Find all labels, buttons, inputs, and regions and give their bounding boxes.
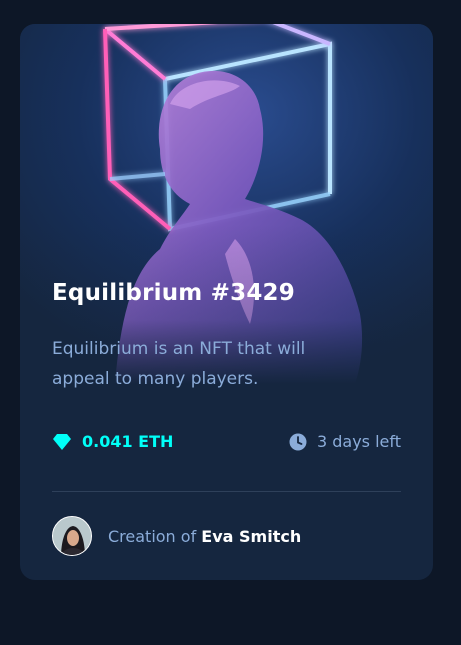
nft-artwork[interactable]	[20, 24, 433, 384]
divider	[52, 491, 401, 492]
clock-icon	[289, 433, 307, 451]
time-left-value: 3 days left	[316, 432, 401, 451]
nft-price: 0.041 ETH	[52, 432, 173, 451]
creator-name-link[interactable]: Eva Smitch	[201, 527, 301, 546]
nft-card: Equilibrium #3429 Equilibrium is an NFT …	[20, 24, 433, 580]
ethereum-icon	[52, 433, 72, 451]
nft-time-left: 3 days left	[289, 432, 401, 451]
nft-description: Equilibrium is an NFT that will appeal t…	[52, 339, 306, 389]
creator-avatar	[52, 516, 92, 556]
creator-row: Creation of Eva Smitch	[52, 516, 301, 556]
creator-prefix: Creation of	[108, 526, 197, 546]
nft-title[interactable]: Equilibrium #3429	[52, 280, 295, 306]
price-value: 0.041 ETH	[82, 432, 174, 451]
creator-text: Creation of Eva Smitch	[108, 527, 301, 546]
